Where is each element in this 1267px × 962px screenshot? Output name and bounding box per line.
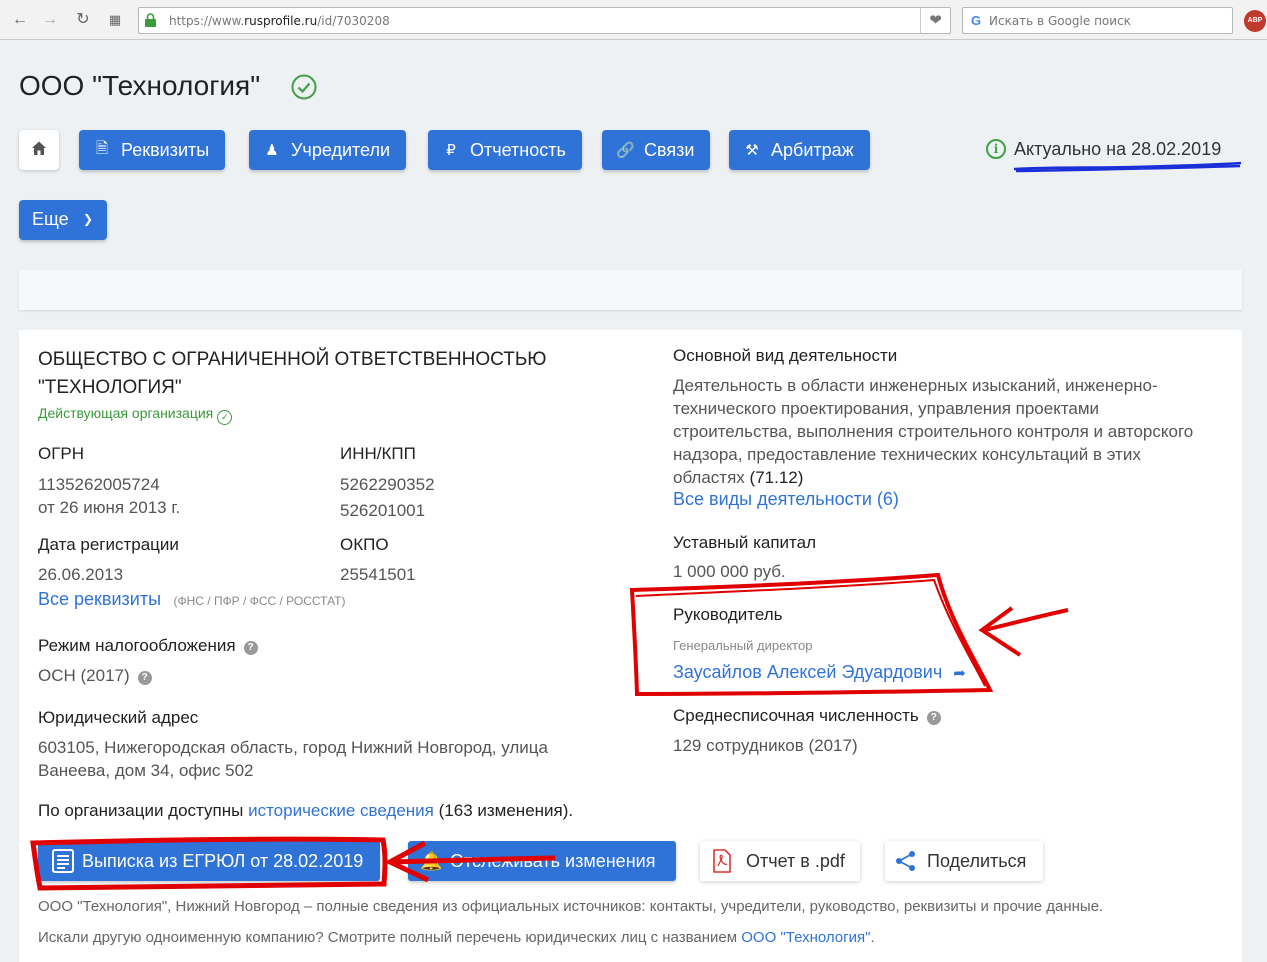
head-label: Руководитель [673, 605, 783, 624]
home-icon [32, 141, 46, 155]
share-icon [896, 851, 915, 871]
track-changes-button[interactable]: 🔔 Отслеживать изменения [408, 841, 676, 881]
google-icon: G [971, 13, 982, 28]
bookmark-heart-icon[interactable]: ❤ [920, 8, 950, 33]
share-button[interactable]: Поделиться [885, 841, 1043, 881]
capital-label: Уставный капитал [673, 533, 817, 552]
info-icon: i [986, 139, 1006, 159]
inn-value: 5262290352 [340, 475, 435, 494]
search-placeholder: Искать в Google поиск [989, 14, 1131, 28]
footer-description: ООО "Технология", Нижний Новгород – полн… [38, 898, 1104, 915]
users-icon: ♟ [265, 142, 279, 159]
search-bar[interactable]: G Искать в Google поиск [962, 7, 1233, 34]
staff-value: 129 сотрудников (2017) [673, 736, 858, 755]
ogrn-date: от 26 июня 2013 г. [38, 498, 181, 517]
help-icon[interactable]: ? [926, 711, 941, 725]
tab-founders[interactable]: ♟ Учредители [249, 130, 407, 170]
address-bar[interactable]: https://www.rusprofile.ru/id/7030208 ❤ [138, 7, 951, 34]
link-icon: 🔗 [616, 142, 635, 159]
footer-search-hint: Искали другую одноименную компанию? Смот… [38, 929, 875, 946]
ruble-icon: ₽ [446, 142, 456, 159]
head-position: Генеральный директор [673, 638, 813, 653]
check-icon: ✓ [217, 410, 233, 425]
browser-toolbar: ← → ↻ ▦ https://www.rusprofile.ru/id/703… [0, 0, 1267, 40]
tab-arbitration[interactable]: ⚒ Арбитраж [729, 130, 870, 170]
gavel-icon: ⚒ [745, 142, 759, 159]
kpp-value: 526201001 [340, 501, 426, 520]
more-dropdown[interactable]: Еще ❯ [19, 200, 107, 240]
bell-icon: 🔔 [420, 850, 443, 871]
tab-connections[interactable]: 🔗 Связи [602, 130, 711, 170]
forward-icon[interactable]: → [40, 10, 60, 30]
apps-grid-icon[interactable]: ▦ [105, 10, 125, 30]
pdf-icon [713, 849, 731, 873]
chevron-down-icon: ❯ [82, 212, 93, 226]
actual-date: i Актуально на 28.02.2019 [986, 139, 1221, 160]
reg-date-value: 26.06.2013 [38, 565, 124, 584]
requisites-note: (ФНС / ПФР / ФСС / РОССТАТ) [173, 594, 346, 608]
status-badge: Действующая организация ✓ [38, 405, 233, 425]
company-full-name: ОБЩЕСТВО С ОГРАНИЧЕННОЙ ОТВЕТСТВЕННОСТЬЮ… [38, 349, 547, 398]
url-text: https://www.rusprofile.ru/id/7030208 [169, 14, 390, 28]
reg-date-label: Дата регистрации [38, 535, 179, 554]
tax-value: ОСН (2017)? [38, 664, 152, 687]
head-name-link[interactable]: Заусайлов Алексей Эдуардович ➦ [673, 662, 966, 683]
address-label: Юридический адрес [38, 708, 199, 727]
page-title: ООО "Технология" [19, 70, 261, 101]
ogrn-label: ОГРН [38, 444, 85, 463]
egrul-extract-button[interactable]: Выписка из ЕГРЮЛ от 28.02.2019 [38, 841, 380, 881]
banner-strip [19, 270, 1242, 310]
okpo-label: ОКПО [340, 535, 389, 554]
activity-label: Основной вид деятельности [673, 346, 898, 365]
verified-check-icon [291, 74, 317, 100]
staff-label: Среднесписочная численность? [673, 706, 941, 726]
back-icon[interactable]: ← [10, 10, 30, 30]
tab-requisites[interactable]: 🗎 Реквизиты [79, 130, 226, 170]
document-icon: 🗎 [95, 139, 109, 157]
help-icon[interactable]: ? [137, 671, 152, 685]
lock-icon [145, 13, 156, 27]
extension-icon[interactable]: ABP [1244, 10, 1266, 32]
document-list-icon [52, 849, 74, 873]
blue-underline-annotation [1013, 161, 1242, 173]
all-activities-link[interactable]: Все виды деятельности (6) [673, 489, 899, 510]
company-card: ОБЩЕСТВО С ОГРАНИЧЕННОЙ ОТВЕТСТВЕННОСТЬЮ… [19, 330, 1242, 962]
capital-value: 1 000 000 руб. [673, 562, 786, 581]
pdf-report-button[interactable]: Отчет в .pdf [700, 841, 860, 881]
all-requisites-link[interactable]: Все реквизиты [38, 589, 161, 609]
inn-label: ИНН/КПП [340, 444, 416, 463]
tab-reports[interactable]: ₽ Отчетность [428, 130, 582, 170]
okpo-value: 25541501 [340, 565, 416, 584]
reload-icon[interactable]: ↻ [73, 10, 93, 30]
home-button[interactable] [19, 130, 59, 170]
help-icon[interactable]: ? [243, 641, 258, 655]
tax-label: Режим налогообложения? [38, 636, 258, 656]
all-requisites-row: Все реквизиты (ФНС / ПФР / ФСС / РОССТАТ… [38, 589, 345, 610]
activity-text: Деятельность в области инженерных изыска… [673, 376, 1194, 487]
history-link[interactable]: исторические сведения [248, 801, 434, 820]
history-line: По организации доступны исторические све… [38, 801, 574, 820]
share-arrow-icon: ➦ [953, 665, 966, 682]
address-value: 603105, Нижегородская область, город Ниж… [38, 738, 548, 780]
same-name-link[interactable]: ООО "Технология" [741, 929, 870, 946]
ogrn-value: 1135262005724 [38, 475, 160, 494]
